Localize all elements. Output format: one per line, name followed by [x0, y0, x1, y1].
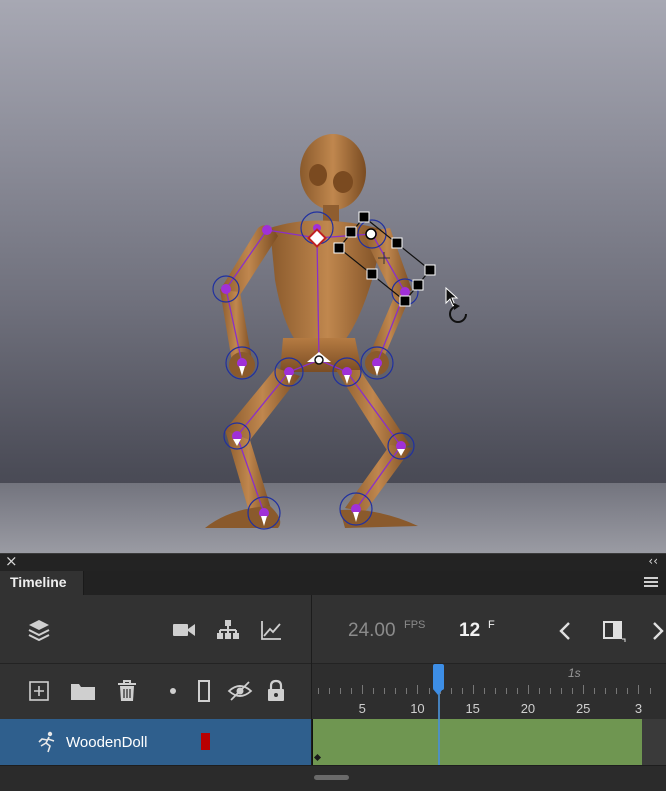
frame-span[interactable]	[312, 719, 643, 765]
ruler-tick	[329, 688, 331, 694]
ruler-tick	[572, 688, 574, 694]
ruler-tick	[406, 688, 408, 694]
trash-icon[interactable]	[116, 679, 138, 703]
dot-icon[interactable]	[168, 686, 178, 696]
folder-icon[interactable]	[70, 681, 96, 701]
ruler-tick	[483, 688, 485, 694]
playhead-line	[438, 686, 440, 766]
ruler-tick	[450, 688, 452, 694]
ruler-frame-label: 15	[465, 701, 480, 716]
timeline-scrollbar-thumb[interactable]	[314, 775, 349, 780]
next-frame-icon[interactable]	[650, 620, 666, 642]
ruler-frame-label: 20	[520, 701, 536, 716]
ruler-tick	[638, 685, 640, 694]
ruler-tick	[318, 688, 319, 694]
ruler-tick	[605, 688, 607, 694]
frame-unit-label: F	[488, 619, 495, 631]
ruler-tick	[417, 685, 419, 694]
ruler-tick	[594, 688, 596, 694]
outline-icon[interactable]	[197, 679, 211, 703]
layers-icon[interactable]	[26, 617, 52, 643]
fps-unit-label: FPS	[404, 619, 426, 631]
armature-layer-icon	[38, 731, 55, 753]
panel-header: × ‹‹	[0, 552, 666, 572]
playhead[interactable]	[433, 664, 444, 690]
fps-value[interactable]: 24.00	[348, 620, 396, 642]
collapse-panel-button[interactable]: ‹‹	[648, 554, 658, 568]
ruler-tick	[395, 688, 397, 694]
ruler-frame-label: 5	[358, 701, 366, 716]
hide-icon[interactable]	[227, 680, 253, 702]
hierarchy-icon[interactable]	[216, 619, 240, 641]
ruler-tick	[516, 688, 518, 694]
tab-bar: Timeline	[0, 571, 666, 595]
ruler-tick	[561, 688, 563, 694]
prev-frame-icon[interactable]	[556, 620, 574, 642]
close-panel-button[interactable]: ×	[5, 552, 18, 570]
ruler-tick	[472, 685, 474, 694]
graph-icon[interactable]	[259, 619, 283, 641]
ruler-tick	[583, 685, 585, 694]
rotate-cursor-icon	[445, 286, 467, 323]
playhead-tip	[433, 689, 443, 695]
ruler-tick	[616, 688, 618, 694]
wooden-doll-figure[interactable]	[0, 0, 666, 553]
ruler-tick	[627, 688, 629, 694]
doll-eye	[333, 171, 353, 193]
ruler-tick	[428, 688, 430, 694]
frame-ruler[interactable]: 1s 5 10 15 20 25 3	[312, 663, 666, 720]
panel-menu-icon[interactable]	[644, 577, 658, 589]
ruler-frame-label: 10	[410, 701, 425, 716]
ruler-tick	[384, 688, 386, 694]
doll-eye	[309, 164, 327, 186]
ruler-tick	[362, 685, 364, 694]
ruler-tick	[505, 688, 507, 694]
ruler-tick	[340, 688, 342, 694]
ruler-tick	[539, 688, 540, 694]
row-divider	[0, 663, 311, 664]
lock-icon[interactable]	[265, 679, 287, 703]
empty-frames[interactable]	[642, 719, 666, 765]
layer-name[interactable]: WoodenDoll	[66, 734, 147, 751]
ruler-tick	[527, 685, 529, 694]
ruler-tick	[461, 688, 463, 694]
layer-outline-color[interactable]	[201, 733, 210, 750]
camera-icon[interactable]	[172, 620, 196, 640]
add-layer-icon[interactable]	[28, 680, 50, 702]
ruler-tick	[373, 688, 375, 694]
ruler-seconds-label: 1s	[568, 666, 581, 680]
ruler-frame-label: 25	[575, 701, 591, 716]
ruler-tick	[351, 688, 353, 694]
ruler-tick	[649, 688, 651, 694]
ruler-tick	[550, 688, 552, 694]
tab-timeline[interactable]: Timeline	[0, 571, 84, 595]
ruler-frame-label: 3	[634, 701, 643, 716]
ruler-tick	[494, 688, 496, 694]
current-frame-value[interactable]: 12	[459, 620, 480, 642]
layer-row-woodendoll[interactable]: WoodenDoll	[0, 719, 311, 765]
onion-skin-icon[interactable]	[602, 619, 626, 643]
stage-canvas[interactable]	[0, 0, 666, 553]
pelvis-joint[interactable]	[314, 355, 324, 365]
